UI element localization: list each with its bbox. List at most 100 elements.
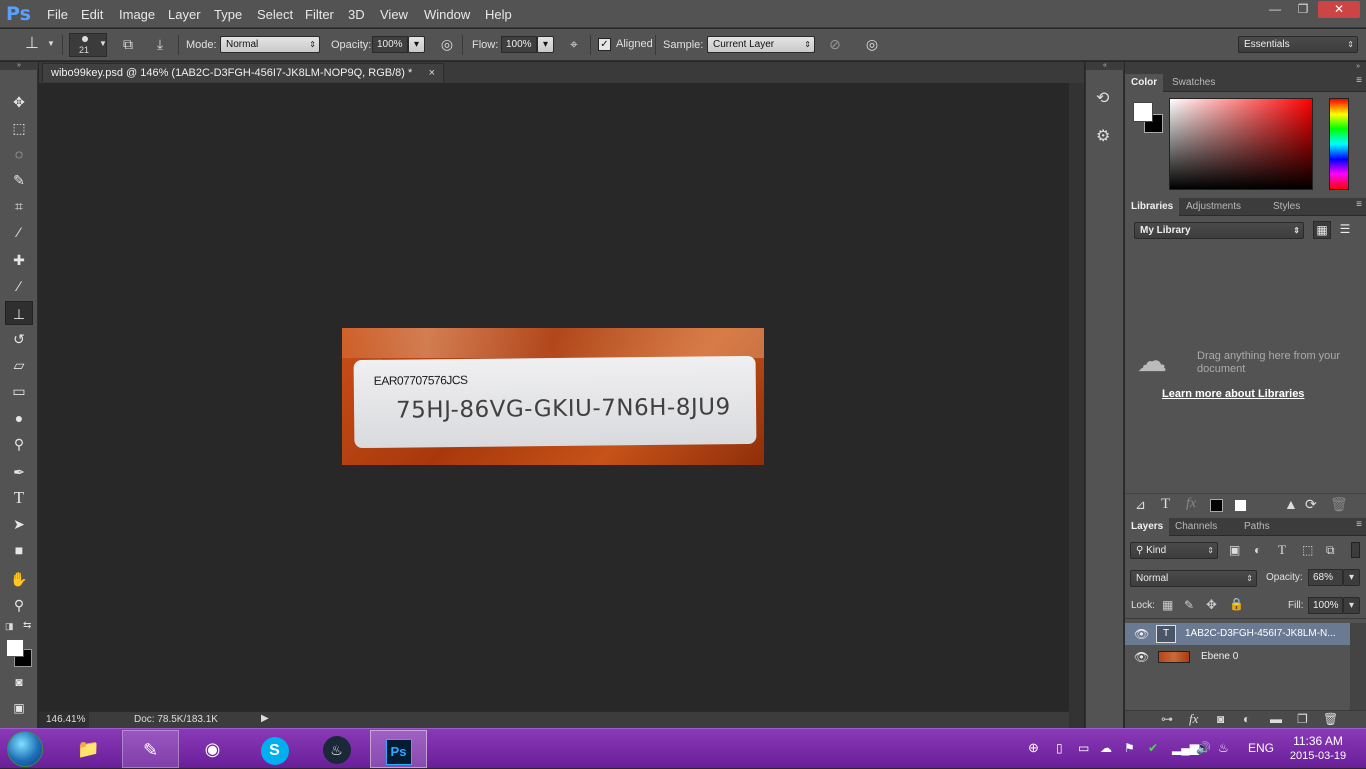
pressure-size-icon[interactable]: ◎ — [861, 34, 883, 54]
menu-window[interactable]: Window — [424, 7, 470, 22]
brush-tool-icon[interactable]: ∕ — [5, 274, 33, 298]
menu-select[interactable]: Select — [257, 7, 293, 22]
swap-colors-icon[interactable]: ⇆ — [23, 620, 31, 631]
layer-style-fx-icon[interactable]: fx — [1189, 711, 1198, 727]
clock-time[interactable]: 11:36 AM — [1285, 734, 1351, 748]
layer-opacity-input[interactable]: 68% — [1308, 569, 1343, 586]
lock-position-icon[interactable]: ✥ — [1206, 597, 1217, 613]
sample-dropdown[interactable]: Current Layer ⇕ — [707, 36, 815, 53]
minimize-button[interactable]: — — [1261, 1, 1289, 18]
expand-panels-icon[interactable]: « — [1086, 62, 1124, 70]
rectangle-tool-icon[interactable]: ■ — [5, 538, 33, 562]
menu-type[interactable]: Type — [214, 7, 242, 22]
clone-stamp-tool-icon[interactable]: ⊥ — [5, 301, 33, 325]
menu-filter[interactable]: Filter — [305, 7, 334, 22]
layer-opacity-slider-button[interactable]: ▾ — [1343, 569, 1360, 586]
history-brush-tool-icon[interactable]: ↺ — [5, 327, 33, 351]
flow-input[interactable]: 100% — [501, 36, 537, 53]
add-character-style-icon[interactable]: T — [1161, 496, 1170, 513]
battery-icon[interactable]: ▯ — [1056, 741, 1063, 755]
network-globe-icon[interactable]: ⊕ — [1028, 740, 1039, 756]
lock-image-icon[interactable]: ✎ — [1184, 598, 1194, 612]
tab-libraries[interactable]: Libraries — [1125, 198, 1180, 216]
type-layer-filter-icon[interactable]: T — [1278, 542, 1286, 558]
tab-adjustments[interactable]: Adjustments — [1180, 198, 1247, 216]
document-tab[interactable]: wibo99key.psd @ 146% (1AB2C-D3FGH-456I7-… — [42, 63, 444, 82]
lock-all-icon[interactable]: 🔒 — [1229, 597, 1244, 611]
collapse-panels-icon[interactable]: » — [1125, 62, 1366, 74]
menu-file[interactable]: File — [47, 7, 68, 22]
menu-edit[interactable]: Edit — [81, 7, 103, 22]
security-shield-icon[interactable]: ✔ — [1148, 741, 1158, 755]
gradient-tool-icon[interactable]: ▭ — [5, 379, 33, 403]
layer-filter-dropdown[interactable]: ⚲ Kind ⇕ — [1130, 542, 1218, 559]
hand-tool-icon[interactable]: ✋ — [5, 567, 33, 591]
notepad-app-icon[interactable]: ✎ — [122, 730, 179, 768]
layers-scrollbar[interactable] — [1350, 623, 1366, 711]
visibility-eye-icon[interactable]: 👁 — [1134, 646, 1149, 668]
marquee-tool-icon[interactable]: ⬚ — [5, 116, 33, 140]
clock-date[interactable]: 2015-03-19 — [1285, 750, 1351, 762]
properties-panel-icon[interactable]: ⚙ — [1096, 126, 1110, 146]
visibility-eye-icon[interactable]: 👁 — [1134, 623, 1149, 645]
layer-row[interactable]: 👁 T 1AB2C-D3FGH-456I7-JK8LM-N... — [1125, 623, 1350, 645]
history-panel-icon[interactable]: ⟲ — [1096, 88, 1109, 108]
signal-icon[interactable]: ▂▄▆ — [1172, 741, 1199, 755]
photoshop-taskbar-icon[interactable]: Ps — [370, 730, 427, 768]
lock-transparent-icon[interactable]: ▦ — [1162, 598, 1173, 612]
panel-menu-icon[interactable]: ≡ — [1356, 199, 1362, 210]
tab-styles[interactable]: Styles — [1267, 198, 1306, 216]
tab-layers[interactable]: Layers — [1125, 518, 1170, 536]
crop-tool-icon[interactable]: ⌗ — [5, 194, 33, 218]
path-selection-tool-icon[interactable]: ➤ — [5, 512, 33, 536]
add-foreground-color-icon[interactable] — [1210, 499, 1223, 512]
file-explorer-icon[interactable]: 📁 — [60, 730, 117, 768]
color-picker-field[interactable] — [1169, 98, 1313, 190]
healing-brush-tool-icon[interactable]: ✚ — [5, 248, 33, 272]
add-content-icon[interactable]: ⊿ — [1135, 497, 1146, 513]
eraser-tool-icon[interactable]: ▱ — [5, 353, 33, 377]
new-layer-icon[interactable]: ❐ — [1297, 712, 1308, 726]
document-image[interactable]: EAR07707576JCS 75HJ-86VG-GKIU-7N6H-8JU9 — [342, 328, 764, 465]
zoom-level[interactable]: 146.41% — [39, 712, 89, 728]
display-icon[interactable]: ▭ — [1078, 741, 1089, 755]
aligned-checkbox[interactable]: ✓ — [598, 38, 611, 51]
tab-paths[interactable]: Paths — [1238, 518, 1276, 536]
opacity-input[interactable]: 100% — [372, 36, 408, 53]
restore-button[interactable]: ❐ — [1289, 1, 1317, 18]
pixel-layer-filter-icon[interactable]: ▣ — [1229, 543, 1240, 557]
vertical-scrollbar[interactable] — [1069, 83, 1084, 711]
collapse-toolbar-icon[interactable]: » — [0, 62, 38, 70]
cloud-icon[interactable]: ☁ — [1100, 741, 1112, 755]
menu-view[interactable]: View — [380, 7, 408, 22]
library-dropdown[interactable]: My Library ⇕ — [1134, 222, 1304, 239]
list-view-icon[interactable]: ☰ — [1336, 221, 1354, 239]
eyedropper-tool-icon[interactable]: ⁄ — [5, 220, 33, 244]
quick-selection-tool-icon[interactable]: ✎ — [5, 168, 33, 192]
hue-slider[interactable] — [1329, 98, 1349, 190]
foreground-color-swatch[interactable] — [6, 639, 24, 657]
clone-source-panel-icon[interactable]: ⤓ — [149, 34, 171, 54]
type-tool-icon[interactable]: T — [5, 486, 33, 510]
add-mask-icon[interactable]: ◙ — [1217, 712, 1224, 726]
workspace-dropdown[interactable]: Essentials ⇕ — [1238, 36, 1358, 53]
flow-slider-button[interactable]: ▾ — [537, 36, 554, 53]
flag-icon[interactable]: ⚑ — [1124, 741, 1135, 755]
dodge-tool-icon[interactable]: ⚲ — [5, 432, 33, 456]
start-button[interactable] — [7, 731, 43, 767]
move-tool-icon[interactable]: ✥ — [5, 90, 33, 114]
add-layer-style-icon[interactable]: fx — [1186, 496, 1196, 512]
trash-icon[interactable]: 🗑 — [1330, 496, 1348, 513]
add-background-color-icon[interactable] — [1234, 499, 1247, 512]
tab-color[interactable]: Color — [1125, 74, 1164, 92]
quick-mask-icon[interactable]: ◙ — [5, 670, 33, 694]
layer-row[interactable]: 👁 Ebene 0 — [1125, 646, 1350, 668]
tab-swatches[interactable]: Swatches — [1166, 74, 1221, 92]
status-menu-arrow-icon[interactable]: ▶ — [261, 713, 269, 724]
fill-input[interactable]: 100% — [1308, 597, 1343, 614]
color-foreground-swatch[interactable] — [1133, 102, 1153, 122]
language-indicator[interactable]: ENG — [1248, 741, 1274, 755]
menu-image[interactable]: Image — [119, 7, 155, 22]
fill-slider-button[interactable]: ▾ — [1343, 597, 1360, 614]
tab-channels[interactable]: Channels — [1169, 518, 1223, 536]
